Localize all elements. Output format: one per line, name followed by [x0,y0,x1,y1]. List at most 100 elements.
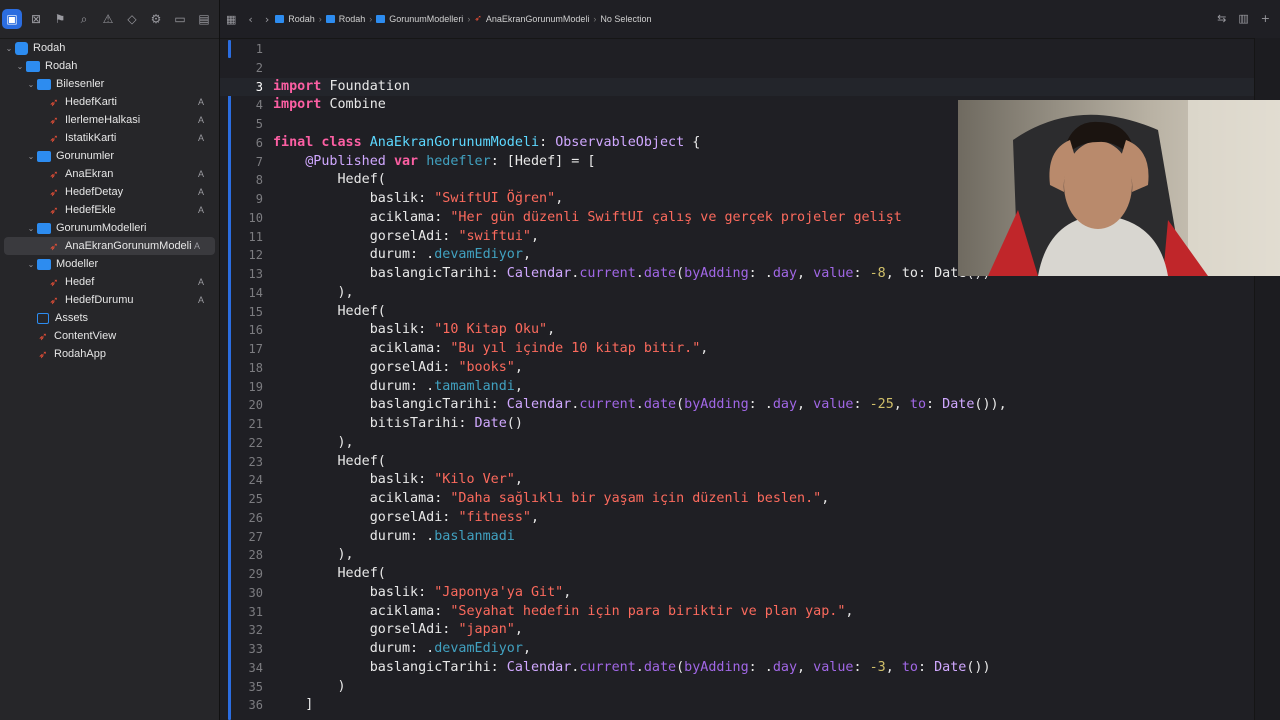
code-token: value [813,659,854,675]
code-line[interactable]: 33 durum: .devamEdiyor, [220,640,1255,659]
line-number: 23 [248,454,263,469]
chevron-down-icon[interactable]: ⌄ [26,152,36,161]
folder-icon [376,15,386,23]
source-control-badge: A [197,133,204,143]
code-line[interactable]: 3 import Foundation [220,77,1255,97]
breadcrumb-item[interactable]: Rodah [275,14,315,24]
breadcrumb-item[interactable]: GorunumModelleri [376,14,463,24]
code-line[interactable]: 26 gorselAdi: "fitness", [220,509,1255,528]
breadcrumb-label: GorunumModelleri [389,14,464,24]
forward-icon[interactable]: › [265,13,269,26]
code-line[interactable]: 24 baslik: "Kilo Ver", [220,471,1255,490]
breadcrumb-item[interactable]: No Selection [600,14,651,24]
tree-item-hedefdurumu[interactable]: ➶ HedefDurumu A [0,291,219,309]
code-token: "swiftui" [458,228,531,244]
add-editor-icon[interactable]: + [1261,12,1270,25]
code-line[interactable]: 15 Hedef( [220,303,1255,322]
find-icon[interactable]: ⌕ [74,9,94,29]
tree-item-rodahapp[interactable]: ➶ RodahApp [0,345,219,363]
code-token: durum: . [273,528,435,544]
tree-item-gorunummodelleri[interactable]: ⌄ GorunumModelleri [0,219,219,237]
code-line[interactable]: 1 [220,40,1255,59]
tree-item-hedef[interactable]: ➶ Hedef A [0,273,219,291]
code-token: . [635,266,644,281]
code-line[interactable]: 21 bitisTarihi: Date() [220,415,1255,434]
tree-item-assets[interactable]: Assets [0,309,219,327]
issue-icon[interactable]: ⚠ [98,9,118,29]
breadcrumb-item[interactable]: Rodah [325,14,365,24]
code-token: . [635,659,644,675]
code-line[interactable]: 32 gorselAdi: "japan", [220,621,1255,640]
code-token: ()), [974,397,1007,413]
code-token: , [514,622,523,638]
tree-item-hedefkarti[interactable]: ➶ HedefKarti A [0,93,219,111]
code-token: "japan" [458,622,515,638]
chevron-down-icon[interactable]: ⌄ [26,80,36,89]
chevron-down-icon[interactable]: ⌄ [26,224,36,233]
code-line[interactable]: 25 aciklama: "Daha sağlıklı bir yaşam iç… [220,490,1255,509]
related-items-icon[interactable]: ⇆ [1217,12,1226,25]
webcam-overlay [958,100,1280,276]
breakpoint-icon[interactable]: ▭ [170,9,190,29]
code-token: : [853,266,870,281]
tree-item-contentview[interactable]: ➶ ContentView [0,327,219,345]
code-line[interactable]: 27 durum: .baslanmadi [220,528,1255,547]
chevron-down-icon[interactable]: ⌄ [4,44,14,53]
code-token: ( [676,659,685,675]
code-token: : [853,397,870,413]
back-icon[interactable]: ‹ [248,13,252,26]
debug-icon[interactable]: ⚙ [146,9,166,29]
tree-item-istatikkarti[interactable]: ➶ IstatikKarti A [0,129,219,147]
code-line[interactable]: 22 ), [220,434,1255,453]
breadcrumb-item[interactable]: ➶ AnaEkranGorunumModeli [474,14,589,24]
swift-file-icon: ➶ [49,275,59,289]
code-token: , [700,341,709,356]
code-line[interactable]: 31 aciklama: "Seyahat hedefin için para … [220,603,1255,622]
code-token: -25 [869,397,894,413]
tree-item-modeller[interactable]: ⌄ Modeller [0,255,219,273]
tree-item-hedefdetay[interactable]: ➶ HedefDetay A [0,183,219,201]
code-line[interactable]: 23 Hedef( [220,453,1255,472]
code-token: : [926,397,943,413]
code-line[interactable]: 36 ] [220,696,1255,715]
code-text: @Published var hedefler: [Hedef] = [ [273,153,595,172]
code-line[interactable]: 34 baslangicTarihi: Calendar.current.dat… [220,659,1255,678]
code-token: , [797,266,814,281]
code-line[interactable]: 18 gorselAdi: "books", [220,359,1255,378]
folder-icon[interactable]: ▣ [2,9,22,29]
bookmark-icon[interactable]: ⚑ [50,9,70,29]
code-line[interactable]: 35 ) [220,678,1255,697]
tree-item-anaekran[interactable]: ➶ AnaEkran A [0,165,219,183]
line-number: 36 [248,698,263,713]
tree-item-rodah[interactable]: ⌄ Rodah [0,39,219,57]
source-control-icon[interactable]: ⊠ [26,9,46,29]
tree-item-ilerlemehalkasi[interactable]: ➶ IlerlemeHalkasi A [0,111,219,129]
code-line[interactable]: 30 baslik: "Japonya'ya Git", [220,584,1255,603]
code-text: baslik: "10 Kitap Oku", [273,321,555,340]
code-line[interactable]: 20 baslangicTarihi: Calendar.current.dat… [220,396,1255,415]
tree-item-bilesenler[interactable]: ⌄ Bilesenler [0,75,219,93]
code-line[interactable]: 29 Hedef( [220,565,1255,584]
chevron-down-icon[interactable]: ⌄ [15,62,25,71]
code-token: aciklama: [273,603,451,619]
chevron-down-icon[interactable]: ⌄ [26,260,36,269]
code-line[interactable]: 14 ), [220,284,1255,303]
tree-item-rodah[interactable]: ⌄ Rodah [0,57,219,75]
editor-options-icon[interactable]: ▥ [1238,12,1248,25]
code-line[interactable]: 28 ), [220,546,1255,565]
source-control-badge: A [197,169,204,179]
code-line[interactable]: 19 durum: .tamamlandi, [220,378,1255,397]
test-icon[interactable]: ◇ [122,9,142,29]
code-token: Calendar [506,397,572,413]
code-line[interactable]: 17 aciklama: "Bu yıl içinde 10 kitap bit… [220,340,1255,359]
code-token: tamamlandi [434,378,515,394]
tree-item-gorunumler[interactable]: ⌄ Gorunumler [0,147,219,165]
tree-item-hedefekle[interactable]: ➶ HedefEkle A [0,201,219,219]
tree-item-anaekrangorunummodeli[interactable]: ➶ AnaEkranGorunumModeli A [4,237,215,255]
code-line[interactable]: 2 [220,59,1255,78]
code-line[interactable]: 16 baslik: "10 Kitap Oku", [220,321,1255,340]
report-icon[interactable]: ▤ [194,9,214,29]
code-token: : . [748,266,773,281]
grid-icon[interactable]: ▦ [226,13,236,26]
code-token: gorselAdi: [273,228,459,244]
